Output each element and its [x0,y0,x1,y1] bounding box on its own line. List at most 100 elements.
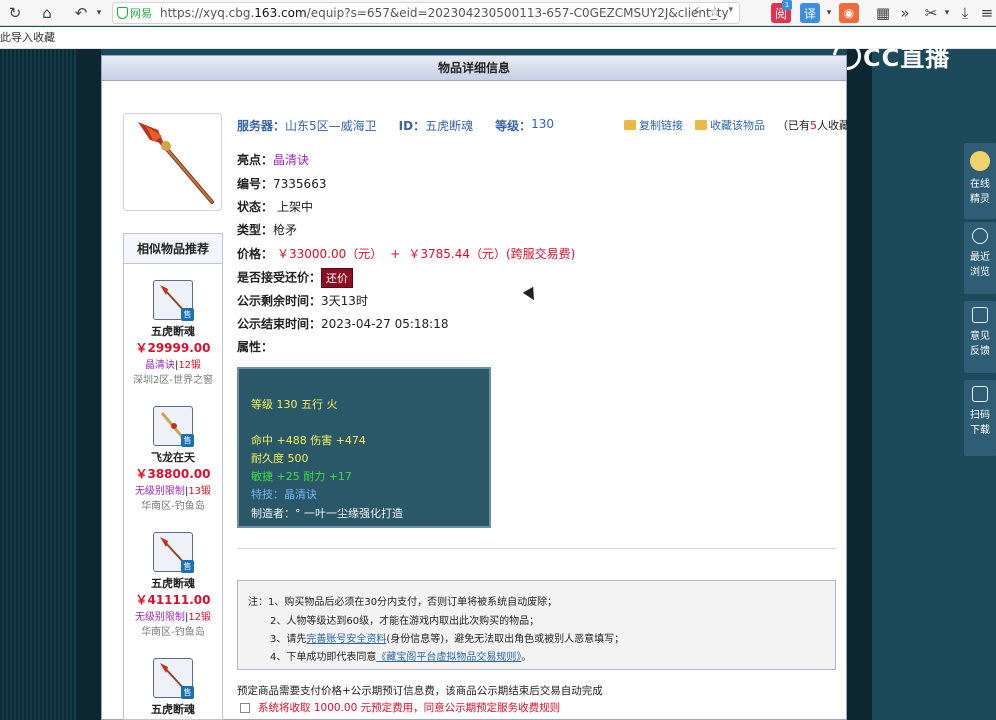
copy-link[interactable]: 复制链接 [639,117,683,133]
serial-row: 编号：7335663 [237,177,327,191]
panel-title: 物品详细信息 [102,56,846,81]
type-value: 枪矛 [273,223,298,237]
similar-items-title: 相似物品推荐 [124,234,222,264]
game-icon[interactable]: ◉ [839,3,859,23]
reload-icon[interactable]: ↻ [4,2,26,24]
attr-hit-damage: 命中 +488 伤害 +474 [251,434,366,447]
status-row: 状态： 上架中 [237,200,314,214]
spear-icon [138,122,214,204]
similar-item[interactable]: 售 五虎断魂 ￥29999.00 晶清诀|12锻 深圳2区-世界之窗 [124,280,222,386]
folder-icon [624,120,636,130]
highlight-value: 晶清诀 [273,153,310,167]
page-frame-left [76,49,101,720]
type-row: 类型：枪矛 [237,223,298,237]
similar-item-name[interactable]: 五虎断魂 [124,323,222,339]
chevron-down-icon[interactable]: ▾ [728,5,733,20]
lightning-icon[interactable]: ⚡ [692,5,701,20]
level-label: 等级： [495,119,532,133]
similar-item-price: ￥38800.00 [135,467,211,481]
float-scan-download[interactable]: 扫码下载 [964,380,996,456]
page-frame-right [847,49,872,720]
similar-item[interactable]: 售 飞龙在天 ￥38800.00 无级别限制|13锻 华南区-钓鱼岛 [124,406,222,512]
menu-icon[interactable]: ≡ [976,2,996,24]
remain-time-row: 公示剩余时间：3天13时 [237,294,368,308]
fee-value: ￥3785.44（元）(跨服交易费) [408,247,576,261]
trade-rules-link[interactable]: 《藏宝阁平台虚拟物品交易规则》 [376,652,521,663]
attr-agility-stamina: 敏捷 +25 耐力 +17 [251,470,352,483]
server-label: 服务器： [237,119,286,133]
translate-menu-chevron-icon[interactable]: ▾ [818,2,840,24]
sell-badge: 售 [181,308,194,321]
home-icon[interactable]: ⌂ [36,2,58,24]
sell-badge: 售 [181,560,194,573]
id-label: ID： [398,119,426,133]
clock-icon [972,228,988,244]
counter-offer-button[interactable]: 还价 [321,268,354,288]
watermark-logo: CC直播 [833,38,950,73]
url-text: https://xyq.cbg.163.com/equip?s=657&eid=… [160,6,729,20]
similar-item-price: ￥41111.00 [135,593,211,607]
back-menu-chevron-icon[interactable]: ▾ [88,2,110,24]
item-actions: 复制链接 收藏该物品 （已有5人收藏） [624,117,861,133]
bookmark-import-link[interactable]: 此导入收藏 [0,31,55,44]
scan-icon [972,386,988,402]
browser-toolbar: ↻ ⌂ ↶ ▾ 网易 https://xyq.cbg.163.com/equip… [0,0,996,26]
apps-grid-icon[interactable]: ▦ [872,2,894,24]
translate-icon[interactable]: 译 [800,3,820,23]
attr-durability: 耐久度 500 [251,452,309,465]
extension-badge: 1 [782,0,792,10]
security-info-link[interactable]: 完善账号安全资料 [306,634,386,645]
shield-icon [117,7,128,19]
item-image [123,113,222,211]
similar-items-panel: 相似物品推荐 售 五虎断魂 ￥29999.00 晶清诀|12锻 深圳2区-世界之… [123,233,223,720]
notice-line-3: 3、请先完善账号安全资料(身份信息等)，避免无法取出角色或被别人恶意填写； [270,634,625,645]
folder-icon [695,120,707,130]
similar-item-name[interactable]: 五虎断魂 [124,575,222,591]
similar-item-thumbnail[interactable]: 售 [153,532,194,573]
float-recent-browse[interactable]: 最近浏览 [964,222,996,294]
star-icon[interactable]: ☆ [709,5,721,20]
similar-item-thumbnail[interactable]: 售 [153,658,194,699]
sell-badge: 售 [181,686,194,699]
sell-badge: 售 [181,434,194,447]
similar-item[interactable]: 售 五虎断魂 [124,658,222,717]
attribute-row: 属性： [237,340,274,354]
favorite-count: （已有5人收藏） [777,119,861,132]
reservation-checkbox[interactable] [240,702,250,713]
similar-item-name[interactable]: 飞龙在天 [124,449,222,465]
serial-value: 7335663 [273,177,327,191]
divider [237,548,837,549]
similar-item[interactable]: 售 五虎断魂 ￥41111.00 无级别限制|12锻 华南区-钓鱼岛 [124,532,222,638]
reservation-info: 预定商品需要支付价格+公示期预订信息费，该商品公示期结束后交易自动完成 [237,685,603,697]
end-time-value: 2023-04-27 05:18:18 [321,317,449,331]
more-chevrons-icon[interactable]: » [894,2,916,24]
notice-line-2: 2、人物等级达到60级，才能在游戏内取出此次购买的物品； [270,616,540,627]
float-feedback[interactable]: 意见反馈 [964,301,996,373]
similar-item-tag: 无级别限制|12锻 [134,612,212,623]
similar-item-name[interactable]: 五虎断魂 [124,701,222,717]
assistant-avatar-icon [970,151,990,171]
item-meta: 服务器： 山东5区—威海卫 ID： 五虎断魂 等级： 130 [237,117,576,134]
end-time-row: 公示结束时间：2023-04-27 05:18:18 [237,317,449,331]
attr-level-element: 等级 130 五行 火 [251,398,338,411]
notice-line-1: 注：1、购买物品后必须在30分内支付，否则订单将被系统自动废除； [248,597,558,608]
security-badge: 网易 [117,5,152,21]
level-value: 130 [531,117,555,131]
similar-item-server: 华南区-钓鱼岛 [141,627,205,638]
reservation-agree-text[interactable]: 系统将收取 1000.00 元预定费用，同意公示期预定服务收费规则 [258,700,560,715]
id-value: 五虎断魂 [425,119,474,133]
similar-item-tag: 无级别限制|13锻 [134,486,212,497]
download-icon[interactable]: ⤓ [954,2,976,24]
address-bar[interactable]: 网易 https://xyq.cbg.163.com/equip?s=657&e… [112,2,740,24]
favorite-item-link[interactable]: 收藏该物品 [710,117,765,133]
attribute-box: 等级 130 五行 火 命中 +488 伤害 +474 耐久度 500 敏捷 +… [237,367,491,528]
similar-item-thumbnail[interactable]: 售 [153,406,194,447]
reservation-agree-row: 系统将收取 1000.00 元预定费用，同意公示期预定服务收费规则 [240,700,560,715]
similar-item-tag: 晶清诀|12锻 [144,360,202,371]
similar-item-price: ￥29999.00 [135,341,211,355]
float-online-assistant[interactable]: 在线精灵 [964,143,996,219]
highlight-row: 亮点：晶清诀 [237,153,310,167]
server-value: 山东5区—威海卫 [285,119,377,133]
page-background-left [0,49,76,720]
similar-item-thumbnail[interactable]: 售 [153,280,194,321]
